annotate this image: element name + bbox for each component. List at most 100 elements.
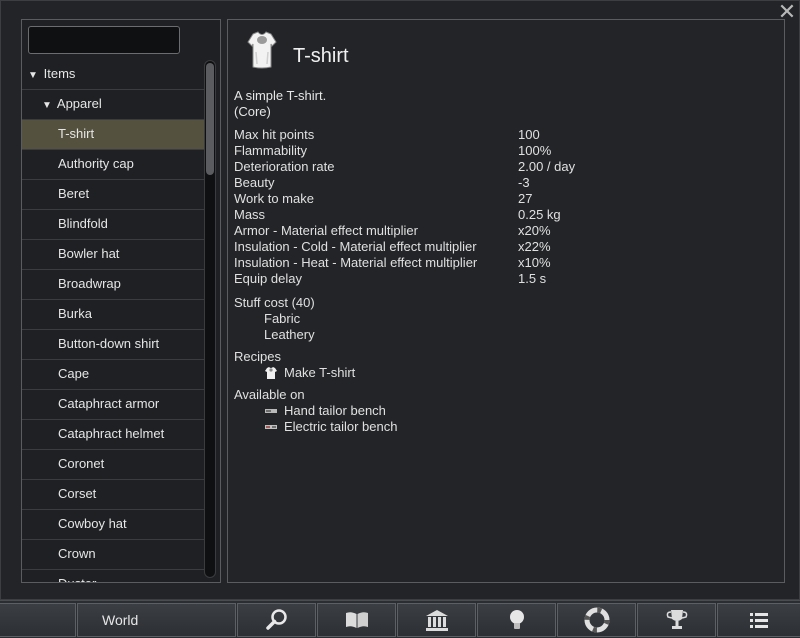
stat-row[interactable]: Flammability 100%: [234, 143, 575, 159]
research-button[interactable]: [317, 603, 396, 637]
stat-row[interactable]: Deterioration rate 2.00 / day: [234, 159, 575, 175]
factions-button[interactable]: [397, 603, 476, 637]
bench-link[interactable]: Hand tailor bench: [234, 403, 397, 419]
trophy-icon: [666, 610, 687, 629]
stat-row[interactable]: Armor - Material effect multiplier x20%: [234, 223, 575, 239]
search-input[interactable]: [28, 26, 180, 54]
tree-item-row[interactable]: Burka: [22, 300, 204, 330]
info-card-window: ✕ ▼ Items ▼ Apparel T-shirt Authority cap…: [0, 0, 800, 600]
electric-tailor-bench-icon: [265, 425, 277, 429]
item-list-panel: ▼ Items ▼ Apparel T-shirt Authority cap Be…: [21, 19, 221, 583]
stat-label: Flammability: [234, 143, 307, 158]
history-button[interactable]: [637, 603, 716, 637]
search-button[interactable]: [237, 603, 316, 637]
stat-row[interactable]: Beauty -3: [234, 175, 575, 191]
stuff-cost-item[interactable]: Leathery: [234, 327, 315, 343]
stat-row[interactable]: Insulation - Heat - Material effect mult…: [234, 255, 575, 271]
tree-item-row[interactable]: Blindfold: [22, 210, 204, 240]
tree-item-label: Corset: [58, 486, 97, 501]
description-text: A simple T-shirt.: [234, 88, 327, 103]
tree-item-row[interactable]: Crown: [22, 540, 204, 570]
tree-item-label: Cataphract armor: [58, 396, 160, 411]
stat-row[interactable]: Work to make 27: [234, 191, 575, 207]
lifebuoy-icon: [584, 607, 609, 633]
tree-item-label: Beret: [58, 186, 90, 201]
stat-label: Beauty: [234, 175, 275, 190]
menu-list-icon: [750, 613, 768, 628]
stuff-cost-item[interactable]: Fabric: [234, 311, 315, 327]
main-menu-button[interactable]: [717, 603, 800, 637]
stat-row[interactable]: Equip delay 1.5 s: [234, 271, 575, 287]
tree-item-row[interactable]: Cape: [22, 360, 204, 390]
tree-item-label: T-shirt: [58, 126, 95, 141]
item-description: A simple T-shirt. (Core): [234, 88, 326, 120]
stat-value: x20%: [518, 223, 551, 238]
stat-label: Work to make: [234, 191, 314, 206]
stat-value: x10%: [518, 255, 551, 270]
stat-value: 0.25 kg: [518, 207, 561, 222]
stats-list: Max hit points 100 Flammability 100% Deterio…: [234, 127, 575, 287]
help-button[interactable]: [557, 603, 636, 637]
stat-label: Mass: [234, 207, 266, 222]
tree-item-label: Bowler hat: [58, 246, 120, 261]
tree-item-row[interactable]: Corset: [22, 480, 204, 510]
tree-scrollbar[interactable]: [204, 60, 216, 578]
scrollbar-thumb[interactable]: [206, 63, 214, 175]
stat-row[interactable]: Insulation - Cold - Material effect mult…: [234, 239, 575, 255]
tree-item-row[interactable]: Button-down shirt: [22, 330, 204, 360]
stat-value: 100%: [518, 143, 552, 158]
tree-item-label: Duster: [58, 576, 96, 582]
stat-value: x22%: [518, 239, 551, 254]
world-tab-button[interactable]: World: [77, 603, 236, 637]
tree-item-label: Coronet: [58, 456, 105, 471]
tree-item-row[interactable]: Broadwrap: [22, 270, 204, 300]
tree-item-label: Cataphract helmet: [58, 426, 165, 441]
search-icon: [265, 609, 287, 630]
tree-item-row[interactable]: Duster: [22, 570, 204, 582]
stat-label: Deterioration rate: [234, 159, 335, 174]
tshirt-icon: [265, 367, 277, 379]
stat-value: -3: [518, 175, 530, 190]
tree-item-row[interactable]: Cowboy hat: [22, 510, 204, 540]
recipes-section: Recipes Make T-shirt: [234, 349, 355, 381]
tree-item-row[interactable]: Beret: [22, 180, 204, 210]
stat-value: 100: [518, 127, 540, 142]
item-detail-panel: T-shirt A simple T-shirt. (Core) Max hit…: [227, 19, 785, 583]
tree-node-apparel[interactable]: ▼ Apparel: [22, 90, 204, 120]
tree-item-row[interactable]: Cataphract helmet: [22, 420, 204, 450]
tshirt-icon: [247, 31, 277, 69]
world-tab-label: World: [102, 612, 139, 628]
factions-icon: [425, 610, 448, 631]
recipe-label: Make T-shirt: [284, 365, 356, 380]
item-title: T-shirt: [293, 45, 349, 67]
stat-label: Armor - Material effect multiplier: [234, 223, 418, 238]
tree-item-row[interactable]: Coronet: [22, 450, 204, 480]
item-tree: ▼ Items ▼ Apparel T-shirt Authority cap Be…: [22, 60, 204, 582]
stuff-cost-section: Stuff cost (40) Fabric Leathery: [234, 295, 315, 343]
stat-row[interactable]: Max hit points 100: [234, 127, 575, 143]
bottom-toolbar: World: [0, 600, 800, 638]
tree-node-items[interactable]: ▼ Items: [22, 60, 204, 90]
stat-label: Insulation - Heat - Material effect mult…: [234, 255, 478, 270]
bench-label: Hand tailor bench: [284, 403, 386, 418]
recipe-link[interactable]: Make T-shirt: [234, 365, 355, 381]
tree-item-row[interactable]: Authority cap: [22, 150, 204, 180]
hand-tailor-bench-icon: [265, 409, 277, 413]
tree-item-row[interactable]: T-shirt: [22, 120, 204, 150]
tree-item-row[interactable]: Bowler hat: [22, 240, 204, 270]
tree-item-label: Crown: [58, 546, 96, 561]
toolbar-spacer: [0, 603, 76, 637]
book-icon: [345, 612, 368, 628]
tree-item-row[interactable]: Cataphract armor: [22, 390, 204, 420]
source-mod-text: (Core): [234, 104, 271, 119]
triangle-down-icon: ▼: [42, 100, 52, 111]
stat-value: 1.5 s: [518, 271, 547, 286]
stat-label: Insulation - Cold - Material effect mult…: [234, 239, 477, 254]
bench-link[interactable]: Electric tailor bench: [234, 419, 397, 435]
lightbulb-icon: [509, 610, 524, 629]
ideas-button[interactable]: [477, 603, 556, 637]
tree-item-label: Blindfold: [58, 216, 108, 231]
stat-value: 27: [518, 191, 533, 206]
stat-label: Equip delay: [234, 271, 302, 286]
stat-row[interactable]: Mass 0.25 kg: [234, 207, 575, 223]
